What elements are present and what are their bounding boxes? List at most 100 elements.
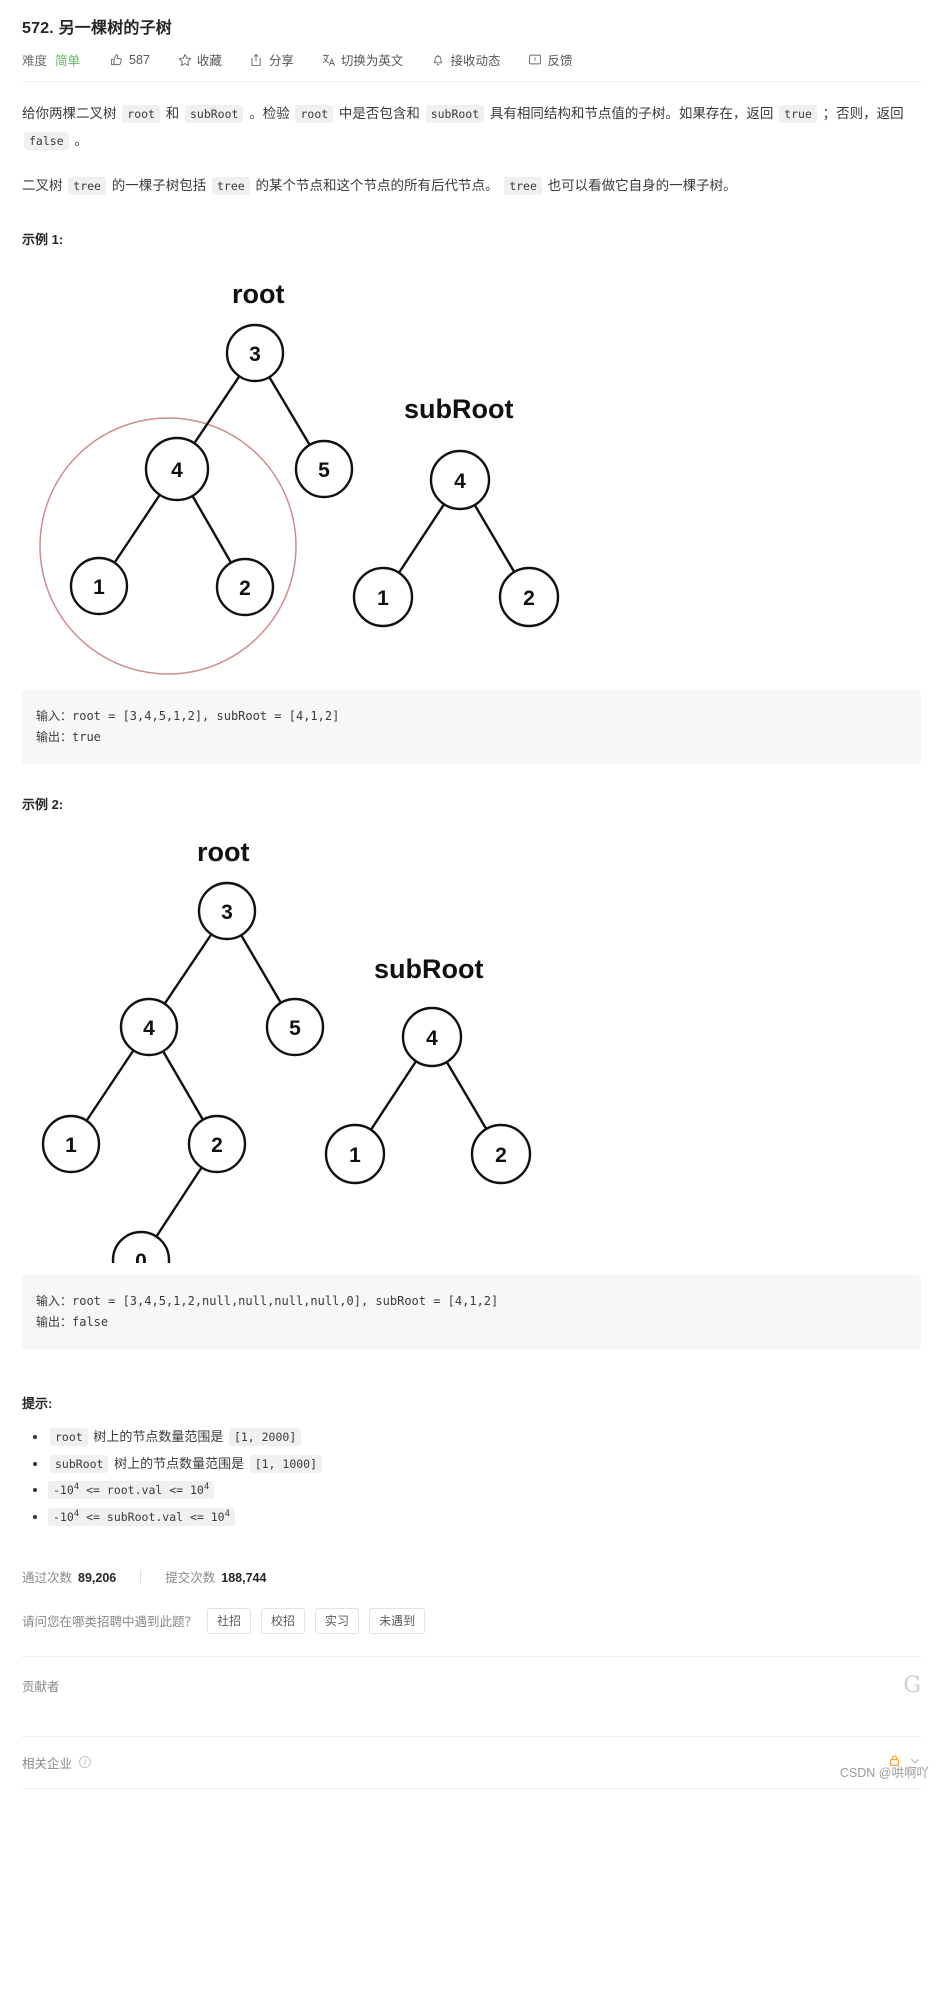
likes-count: 587 <box>129 52 150 67</box>
svg-text:2: 2 <box>239 577 251 600</box>
svg-text:4: 4 <box>426 1027 438 1050</box>
problem-number: 572. <box>22 20 54 37</box>
feedback-label: 反馈 <box>547 54 573 68</box>
thumbs-up-icon <box>110 53 124 67</box>
inline-code: root <box>295 105 334 123</box>
text-run: 的某个节点和这个节点的所有后代节点。 <box>251 178 503 193</box>
subroot-tree-nodes: 4 1 2 <box>324 1006 532 1185</box>
hints-list: root 树上的节点数量范围是 [1, 2000] subRoot 树上的节点数… <box>22 1424 921 1531</box>
watermark: CSDN @哄啊吖 <box>839 1765 929 1780</box>
inline-code: false <box>24 132 69 150</box>
description-paragraph-2: 二叉树 tree 的一棵子树包括 tree 的某个节点和这个节点的所有后代节点。… <box>22 172 921 199</box>
submit-label: 提交次数 <box>165 1570 216 1585</box>
text-run: 中是否包含和 <box>335 106 424 121</box>
example-1-label: 示例 1: <box>22 232 64 247</box>
hints-title: 提示: <box>22 1396 53 1411</box>
text-run: 二叉树 <box>22 178 67 193</box>
hint-item: -104 <= root.val <= 104 <box>48 1477 921 1504</box>
example-1-io: 输入：root = [3,4,5,1,2], subRoot = [4,1,2]… <box>22 690 921 764</box>
inline-code: true <box>779 105 817 123</box>
header-divider <box>22 81 921 82</box>
problem-page: 572. 另一棵树的子树 难度 简单 587 收藏 分享 切换为英文 接收动态 … <box>0 0 943 1789</box>
inline-code: root <box>122 105 160 123</box>
translate-icon <box>322 53 336 67</box>
inline-code: tree <box>68 177 106 195</box>
text-run: 和 <box>161 106 183 121</box>
companies-row[interactable]: 相关企业 i <box>22 1735 921 1789</box>
subroot-tree-nodes: 4 1 2 <box>352 449 560 628</box>
contributors-row[interactable]: 贡献者 G <box>22 1655 921 1714</box>
switch-language-button[interactable]: 切换为英文 <box>322 50 404 69</box>
survey-option-shixi[interactable]: 实习 <box>315 1607 360 1634</box>
inline-code: tree <box>211 177 250 195</box>
survey-option-weiyudao[interactable]: 未遇到 <box>369 1607 426 1634</box>
inline-code: subRoot <box>50 1454 109 1473</box>
example-1-figure: root subRoot 3 4 5 1 2 4 1 2 <box>22 258 921 678</box>
svg-text:3: 3 <box>249 343 261 366</box>
svg-text:4: 4 <box>171 459 183 482</box>
page-title: 572. 另一棵树的子树 <box>0 0 943 38</box>
svg-text:2: 2 <box>523 587 535 610</box>
subscribe-label: 接收动态 <box>450 54 501 68</box>
subroot-caption: subRoot <box>374 954 483 984</box>
share-button[interactable]: 分享 <box>250 50 294 69</box>
problem-title-text: 另一棵树的子树 <box>58 20 173 37</box>
survey-option-shezhao[interactable]: 社招 <box>207 1607 252 1634</box>
text-run: 给你两棵二叉树 <box>22 106 121 121</box>
svg-text:4: 4 <box>143 1017 155 1040</box>
text-run: 。检验 <box>245 106 294 121</box>
bell-icon <box>431 53 445 67</box>
inline-code: root <box>50 1428 88 1446</box>
svg-text:1: 1 <box>93 576 105 599</box>
star-icon <box>178 53 192 67</box>
inline-code: -104 <= subRoot.val <= 104 <box>48 1507 236 1526</box>
hint-item: root 树上的节点数量范围是 [1, 2000] <box>48 1424 921 1451</box>
feedback-button[interactable]: 反馈 <box>528 50 572 69</box>
pass-value: 89,206 <box>78 1570 117 1585</box>
example-1-tree-svg: root subRoot 3 4 5 1 2 4 1 2 <box>39 279 560 675</box>
example-2-label: 示例 2: <box>22 797 64 812</box>
companies-label: 相关企业 <box>22 1756 73 1771</box>
meta-toolbar: 难度 简单 587 收藏 分享 切换为英文 接收动态 反馈 <box>0 38 943 81</box>
hint-item: -104 <= subRoot.val <= 104 <box>48 1504 921 1531</box>
inline-code: [1, 2000] <box>228 1428 302 1446</box>
switch-language-label: 切换为英文 <box>340 54 404 68</box>
subroot-caption: subRoot <box>404 394 513 424</box>
inline-code: -104 <= root.val <= 104 <box>48 1481 215 1500</box>
svg-text:2: 2 <box>211 1134 223 1157</box>
hint-item: subRoot 树上的节点数量范围是 [1, 1000] <box>48 1451 921 1478</box>
svg-text:1: 1 <box>349 1144 361 1167</box>
subscribe-button[interactable]: 接收动态 <box>431 50 500 69</box>
root-caption: root <box>197 837 249 867</box>
info-icon: i <box>79 1756 92 1769</box>
contributor-avatar: G <box>903 1672 921 1698</box>
example-2-tree-svg: root subRoot 3 4 5 1 2 0 4 1 2 <box>41 837 532 1263</box>
svg-text:4: 4 <box>454 470 466 493</box>
text-run: 树上的节点数量范围是 <box>110 1455 248 1471</box>
svg-text:0: 0 <box>135 1250 147 1263</box>
difficulty-value: 简单 <box>55 54 81 68</box>
share-icon <box>250 53 264 67</box>
text-run: 也可以看做它自身的一棵子树。 <box>543 178 737 193</box>
root-tree-edges <box>70 910 297 1261</box>
survey-row: 请问您在哪类招聘中遇到此题？ 社招 校招 实习 未遇到 <box>22 1607 921 1634</box>
svg-text:2: 2 <box>495 1144 507 1167</box>
share-label: 分享 <box>268 54 294 68</box>
text-run: 的一棵子树包括 <box>107 178 210 193</box>
feedback-icon <box>528 53 542 67</box>
text-run: ；否则，返回 <box>818 106 904 121</box>
stats-divider <box>140 1569 142 1583</box>
example-2-io: 输入：root = [3,4,5,1,2,null,null,null,null… <box>22 1275 921 1349</box>
example-2-figure: root subRoot 3 4 5 1 2 0 4 1 2 <box>22 823 921 1263</box>
survey-option-xiaozhao[interactable]: 校招 <box>261 1607 306 1634</box>
likes-button[interactable]: 587 <box>110 53 150 67</box>
contributors-label: 贡献者 <box>22 1679 60 1694</box>
text-run: 树上的节点数量范围是 <box>89 1429 227 1444</box>
stats-row: 通过次数 89,206 提交次数 188,744 <box>22 1567 921 1586</box>
root-tree-nodes: 3 4 5 1 2 0 <box>41 881 325 1263</box>
favorite-button[interactable]: 收藏 <box>178 50 222 69</box>
inline-code: [1, 1000] <box>249 1454 323 1473</box>
root-tree-edges <box>98 352 326 588</box>
pass-count: 通过次数 89,206 <box>22 1567 116 1586</box>
inline-code: subRoot <box>184 105 244 123</box>
